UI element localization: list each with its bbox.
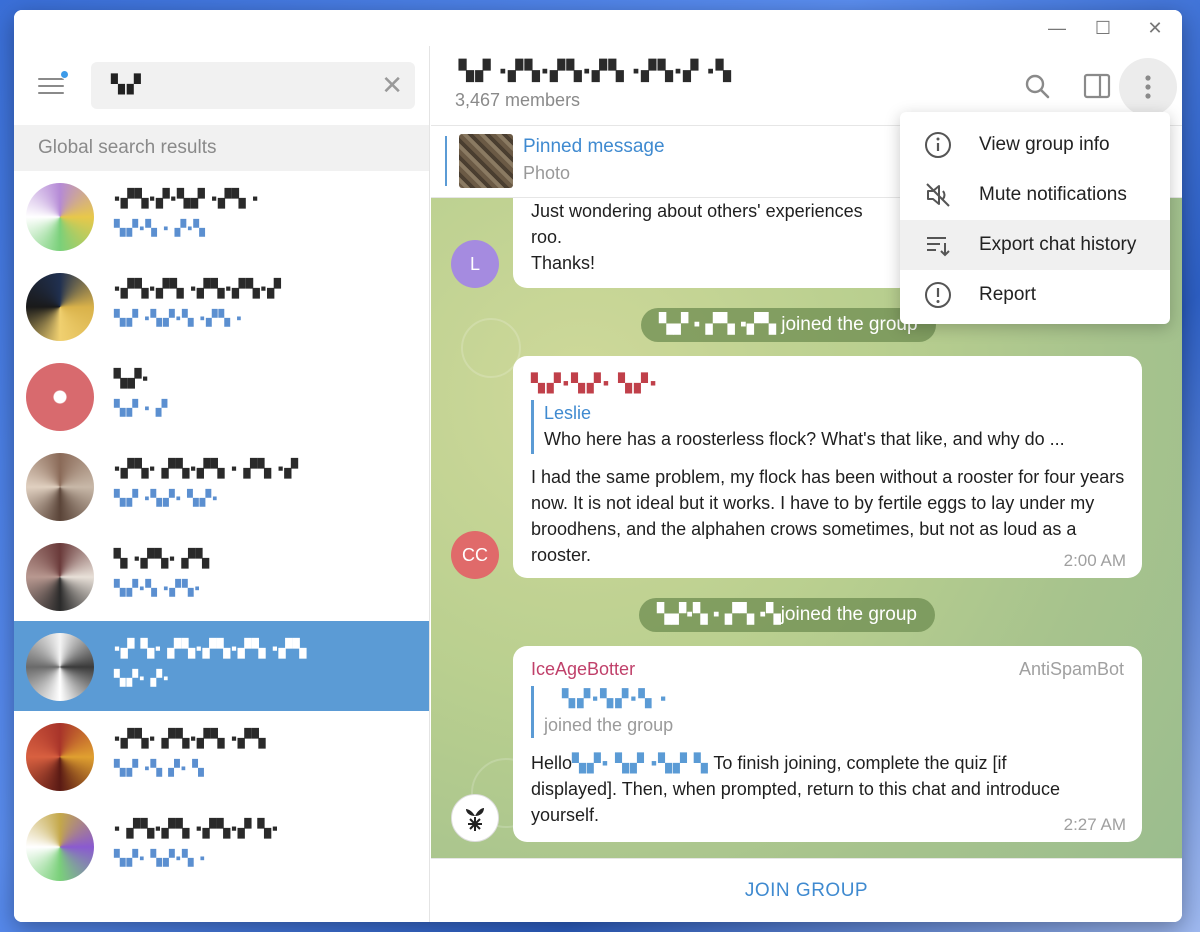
- export-icon: [927, 237, 950, 257]
- info-icon: [925, 132, 951, 158]
- search-result-item[interactable]: ▪▞▚▪▞▪▚▞ ▪▞▚ ▪ ▚▞▪▚ ▪ ▞▪▚: [14, 171, 429, 261]
- pinned-subtitle: Photo: [523, 163, 571, 183]
- join-notification: ▚▞▪▚ ▪ ▞▚ ▪▚joined the group: [639, 598, 935, 632]
- hamburger-menu-button[interactable]: [34, 70, 69, 98]
- search-result-item[interactable]: ▪▞▚▪ ▞▚▪▞▚ ▪▞▚ ▚▞ ▪▚ ▞▪ ▚: [14, 711, 429, 801]
- join-notification: ▚▞ ▪ ▞▚ ▪▞▚ joined the group: [641, 308, 936, 342]
- search-icon[interactable]: [1017, 66, 1057, 106]
- result-subtitle: ▚▞ ▪▚▞▪ ▚▞▪: [114, 490, 219, 507]
- search-results-list: ▪▞▚▪▞▪▚▞ ▪▞▚ ▪ ▚▞▪▚ ▪ ▞▪▚ ▪▞▚▪▞▚ ▪▞▚▪▞▚▪…: [14, 171, 429, 891]
- search-result-item[interactable]: ▚ ▪▞▚▪ ▞▚ ▚▞▪▚ ▪▞▚▪: [14, 531, 429, 621]
- bot-avatar[interactable]: [451, 794, 499, 842]
- message-line: roo.: [531, 227, 563, 247]
- close-button[interactable]: ✕: [1130, 10, 1180, 46]
- search-result-item-selected[interactable]: ▪▞ ▚▪ ▞▚▪▞▚▪▞▚ ▪▞▚ ▚▞▪ ▞▪: [14, 621, 429, 711]
- chat-title: ▚▞ ▪▞▚▪▞▚▪▞▚ ▪▞▚▪▞ ▪▚: [459, 61, 733, 82]
- result-title: ▚▞▪: [114, 369, 150, 388]
- result-avatar: [26, 453, 94, 521]
- result-subtitle: ▚▞▪▚ ▪▞▚▪: [114, 580, 201, 597]
- menu-bar-icon: [38, 85, 64, 87]
- result-avatar: [26, 183, 94, 251]
- result-subtitle: ▚▞ ▪ ▞: [114, 400, 169, 417]
- avatar[interactable]: CC: [451, 531, 499, 579]
- global-search-header: Global search results: [14, 125, 429, 171]
- notification-dot-icon: [60, 70, 69, 79]
- search-result-item[interactable]: ▪▞▚▪▞▚ ▪▞▚▪▞▚▪▞ ▚▞ ▪▚▞▪▚ ▪▞▚ ▪: [14, 261, 429, 351]
- sender-badge: AntiSpamBot: [1018, 659, 1124, 679]
- message-line: Thanks!: [531, 253, 596, 273]
- message-time: 2:00 AM: [1063, 551, 1126, 570]
- search-input[interactable]: ▚▞ ✕: [91, 62, 415, 109]
- menu-bar-icon: [38, 92, 64, 94]
- result-title: ▪▞▚▪ ▞▚▪▞▚ ▪ ▞▚ ▪▞: [114, 459, 299, 478]
- result-title: ▪ ▞▚▪▞▚ ▪▞▚▪▞ ▚▪: [114, 819, 279, 838]
- menu-item-label: Export chat history: [979, 234, 1137, 255]
- result-avatar: [26, 723, 94, 791]
- sender-name[interactable]: IceAgeBotter: [531, 656, 635, 682]
- more-vertical-icon: [1145, 75, 1151, 99]
- background-doodle: [461, 318, 521, 378]
- sidebar: ▚▞ ✕ Global search results ▪▞▚▪▞▪▚▞ ▪▞▚ …: [14, 46, 430, 922]
- quote-text: joined the group: [544, 715, 674, 735]
- snowflake-sprout-icon: [466, 808, 484, 831]
- more-options-button[interactable]: [1119, 58, 1177, 116]
- message-line: Just wondering about others' experiences: [531, 201, 863, 221]
- reply-quote[interactable]: Leslie Who here has a roosterless flock?…: [531, 400, 1121, 454]
- mute-icon: [926, 183, 950, 207]
- clear-search-icon[interactable]: ✕: [381, 71, 403, 99]
- result-title: ▪▞▚▪▞▚ ▪▞▚▪▞▚▪▞: [114, 279, 282, 298]
- menu-item-export-chat-history[interactable]: Export chat history: [900, 220, 1170, 270]
- join-group-button[interactable]: JOIN GROUP: [431, 858, 1182, 922]
- pinned-indicator: [445, 136, 447, 186]
- search-query-text: ▚▞: [111, 74, 143, 94]
- search-result-item[interactable]: ▪ ▞▚▪▞▚ ▪▞▚▪▞ ▚▪ ▚▞▪ ▚▞▪▚ ▪: [14, 801, 429, 891]
- mention-link[interactable]: ▚▞▪ ▚▞ ▪▚▞ ▚: [572, 753, 709, 773]
- result-subtitle: ▚▞▪ ▚▞▪▚ ▪: [114, 850, 206, 867]
- result-subtitle: ▚▞▪▚ ▪ ▞▪▚: [114, 220, 206, 237]
- maximize-button[interactable]: ☐: [1078, 10, 1128, 46]
- message-bubble: ▚▞▪▚▞▪ ▚▞▪ Leslie Who here has a rooster…: [513, 356, 1142, 578]
- menu-bar-icon: [38, 78, 64, 80]
- quote-author: ▚▞▪▚▞▪▚ ▪: [562, 689, 669, 708]
- sidebar-toggle-icon[interactable]: [1077, 66, 1117, 106]
- message-text: Hello▚▞▪ ▚▞ ▪▚▞ ▚ To finish joining, com…: [531, 750, 1091, 828]
- search-result-item[interactable]: ▪▞▚▪ ▞▚▪▞▚ ▪ ▞▚ ▪▞ ▚▞ ▪▚▞▪ ▚▞▪: [14, 441, 429, 531]
- menu-item-report[interactable]: Report: [900, 270, 1170, 320]
- menu-item-mute-notifications[interactable]: Mute notifications: [900, 170, 1170, 220]
- result-avatar: [26, 273, 94, 341]
- search-result-item[interactable]: ▚▞▪ ▚▞ ▪ ▞: [14, 351, 429, 441]
- menu-item-label: Mute notifications: [979, 184, 1127, 205]
- avatar[interactable]: L: [451, 240, 499, 288]
- pinned-title: Pinned message: [523, 136, 665, 157]
- result-subtitle: ▚▞ ▪▚ ▞▪ ▚: [114, 760, 205, 777]
- member-count: 3,467 members: [455, 90, 581, 110]
- message-text: I had the same problem, my flock has bee…: [531, 467, 1125, 565]
- menu-item-view-group-info[interactable]: View group info: [900, 120, 1170, 170]
- quote-author: Leslie: [544, 403, 592, 423]
- pinned-thumbnail: [459, 134, 513, 188]
- menu-item-label: Report: [979, 284, 1037, 305]
- chat-options-menu: View group info Mute notifications Expor…: [900, 112, 1170, 324]
- report-icon: [925, 282, 951, 308]
- sender-name[interactable]: ▚▞▪▚▞▪ ▚▞▪: [531, 370, 658, 396]
- message-greeting: Hello: [531, 753, 573, 773]
- reply-quote[interactable]: ▚▞▪▚▞▪▚ ▪ joined the group: [531, 686, 831, 738]
- result-avatar: [26, 813, 94, 881]
- result-subtitle: ▚▞ ▪▚▞▪▚ ▪▞▚ ▪: [114, 310, 243, 327]
- result-avatar: [26, 633, 94, 701]
- title-bar: — ☐ ✕: [14, 10, 1182, 46]
- result-title: ▪▞▚▪ ▞▚▪▞▚ ▪▞▚: [114, 729, 267, 748]
- result-title: ▪▞ ▚▪ ▞▚▪▞▚▪▞▚ ▪▞▚: [114, 639, 308, 658]
- message-bubble: Just wondering about others' experiences…: [513, 198, 913, 288]
- result-title: ▚ ▪▞▚▪ ▞▚: [114, 549, 210, 568]
- message-bubble: IceAgeBotter AntiSpamBot ▚▞▪▚▞▪▚ ▪ joine…: [513, 646, 1142, 842]
- result-subtitle: ▚▞▪ ▞▪: [114, 670, 170, 687]
- minimize-button[interactable]: —: [1032, 10, 1082, 46]
- result-title: ▪▞▚▪▞▪▚▞ ▪▞▚ ▪: [114, 189, 260, 208]
- result-avatar: [26, 363, 94, 431]
- quote-text: Who here has a roosterless flock? What's…: [544, 429, 1065, 449]
- result-avatar: [26, 543, 94, 611]
- menu-item-label: View group info: [979, 134, 1110, 155]
- message-time: 2:27 AM: [1063, 815, 1126, 834]
